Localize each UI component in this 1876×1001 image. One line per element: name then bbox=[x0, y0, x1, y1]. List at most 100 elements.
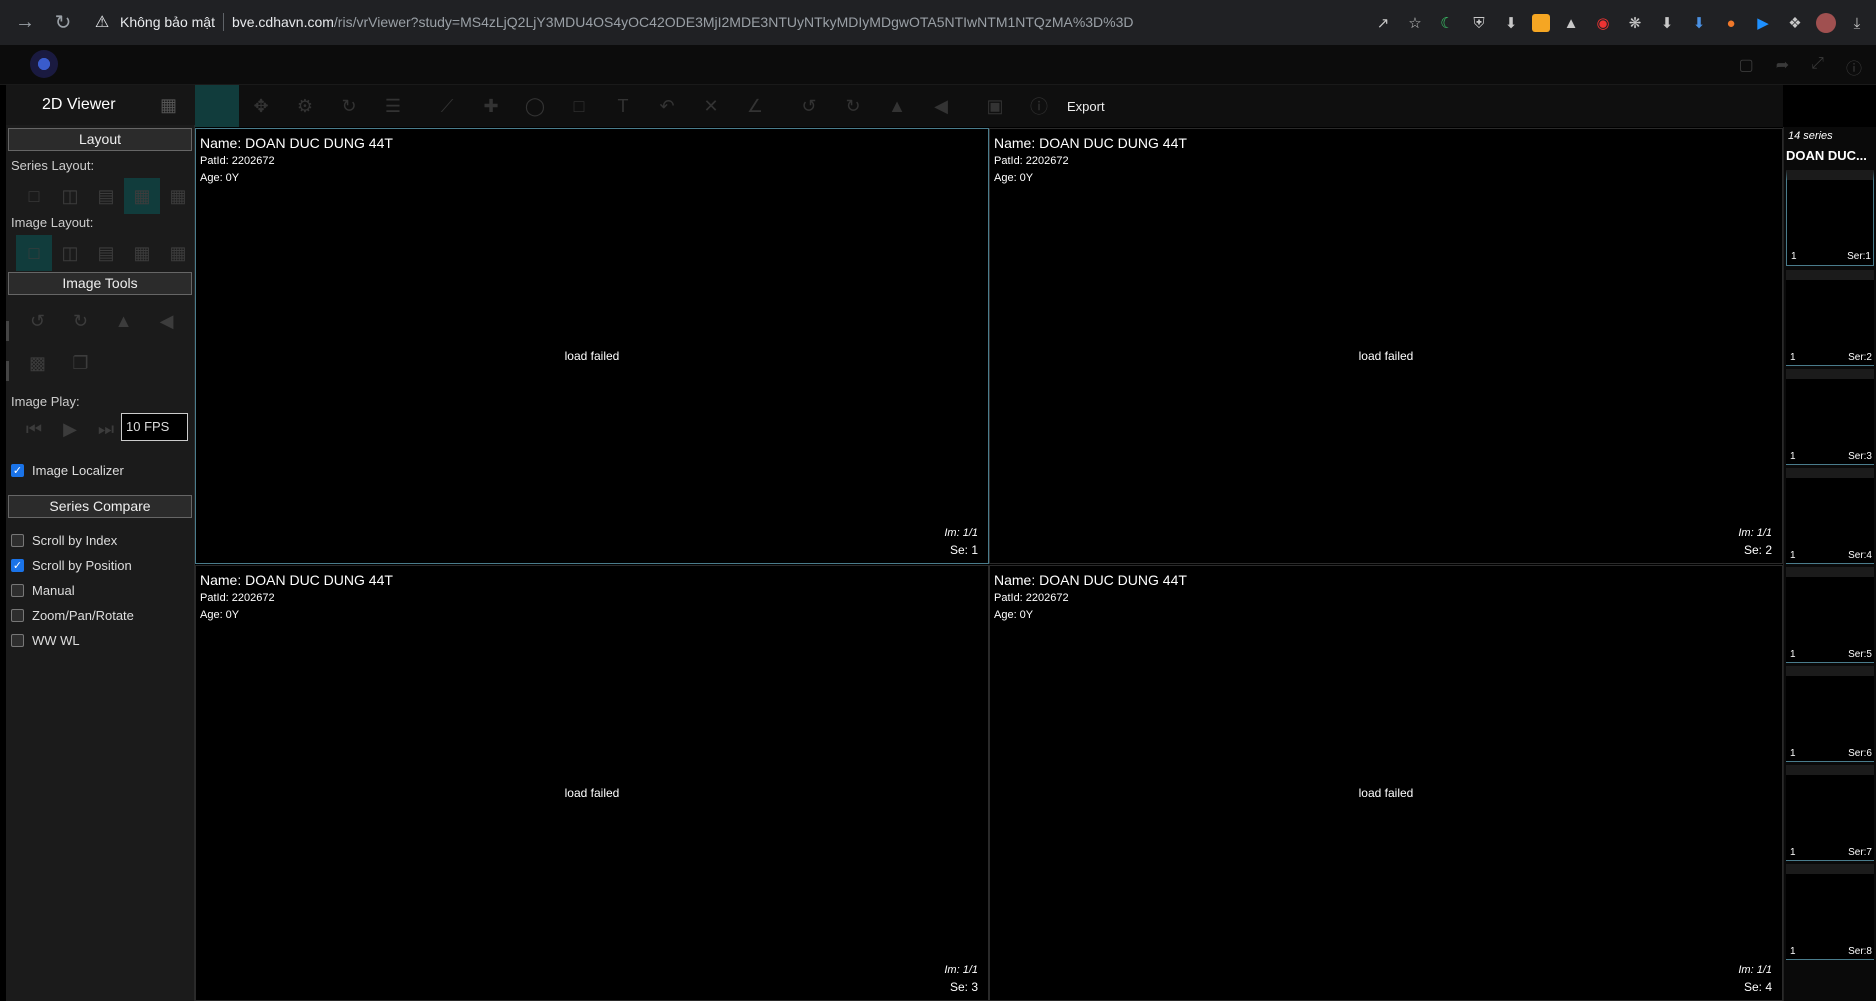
play-circle-icon[interactable]: ▶ bbox=[1752, 12, 1774, 34]
series-thumbnail[interactable]: 1 Ser:5 bbox=[1786, 567, 1874, 663]
skip-forward-icon[interactable]: ⏭ bbox=[88, 411, 124, 447]
moon-icon[interactable]: ☾ bbox=[1436, 12, 1458, 34]
series-thumbnail[interactable]: 1 Ser:2 bbox=[1786, 270, 1874, 366]
extension-orange-icon[interactable] bbox=[1532, 14, 1550, 32]
ellipse-roi-icon[interactable]: ◯ bbox=[513, 85, 557, 127]
series-thumbnail[interactable]: 1 Ser:1 bbox=[1786, 170, 1874, 266]
pan-icon[interactable]: ✥ bbox=[239, 85, 283, 127]
image-layout-2x1-icon[interactable]: ▤ bbox=[88, 235, 124, 271]
layout-2x1-icon[interactable]: ▤ bbox=[88, 178, 124, 214]
fox-icon[interactable]: ● bbox=[1720, 12, 1742, 34]
select-tool-icon[interactable] bbox=[195, 85, 239, 127]
series-thumbnail[interactable]: 1 Ser:4 bbox=[1786, 468, 1874, 564]
viewport-patient-age: Age: 0Y bbox=[994, 172, 1034, 184]
rotate-right-toolbar-icon[interactable]: ↻ bbox=[831, 85, 875, 127]
viewport-patient-name: Name: DOAN DUC DUNG 44T bbox=[994, 572, 1187, 588]
scroll-by-position-checkbox[interactable]: ✓ bbox=[11, 559, 24, 572]
manual-option[interactable]: Manual bbox=[11, 583, 75, 598]
image-tools-header[interactable]: Image Tools bbox=[8, 272, 192, 295]
angle-tool-icon[interactable]: ∠ bbox=[733, 85, 777, 127]
image-localizer-option[interactable]: ✓ Image Localizer bbox=[11, 463, 124, 478]
crosshair-icon[interactable]: ✚ bbox=[469, 85, 513, 127]
length-tool-icon[interactable]: ⟋ bbox=[425, 85, 469, 127]
gear-extension-icon[interactable]: ❋ bbox=[1624, 12, 1646, 34]
fit-screen-icon[interactable]: ▢ bbox=[1739, 55, 1754, 79]
profile-avatar-icon[interactable] bbox=[1816, 13, 1836, 33]
fullscreen-icon[interactable]: ⤢ bbox=[1811, 55, 1824, 79]
series-thumbnail[interactable]: 1 Ser:8 bbox=[1786, 864, 1874, 960]
image-layout-1x1-icon[interactable]: □ bbox=[16, 235, 52, 271]
play-icon[interactable]: ▶ bbox=[52, 411, 88, 447]
layout-1x2-icon[interactable]: ◫ bbox=[52, 178, 88, 214]
export-button[interactable]: Export bbox=[1067, 99, 1105, 114]
flip-horizontal-toolbar-icon[interactable]: ▲ bbox=[875, 85, 919, 127]
rectangle-roi-icon[interactable]: □ bbox=[557, 85, 601, 127]
layout-2x2-icon[interactable]: ▦ bbox=[124, 178, 160, 214]
layout-1x1-icon[interactable]: □ bbox=[16, 178, 52, 214]
url-host[interactable]: bve.cdhavn.com bbox=[232, 14, 334, 30]
window-level-icon[interactable]: ⚙ bbox=[283, 85, 327, 127]
scroll-by-position-option[interactable]: ✓ Scroll by Position bbox=[11, 558, 132, 573]
share-arrow-icon[interactable]: ➦ bbox=[1776, 55, 1789, 79]
series-thumbnail[interactable]: 1 Ser:6 bbox=[1786, 666, 1874, 762]
zoom-pan-rotate-option[interactable]: Zoom/Pan/Rotate bbox=[11, 608, 134, 623]
image-layout-2x2-icon[interactable]: ▦ bbox=[124, 235, 160, 271]
record-icon[interactable]: ◉ bbox=[1592, 12, 1614, 34]
viewport-3[interactable]: Name: DOAN DUC DUNG 44T PatId: 2202672 A… bbox=[195, 565, 989, 1001]
viewport-patient-id: PatId: 2202672 bbox=[994, 155, 1069, 167]
image-stack-icon[interactable]: ❐ bbox=[59, 345, 102, 381]
text-annotation-icon[interactable]: T bbox=[601, 85, 645, 127]
image-layout-1x2-icon[interactable]: ◫ bbox=[52, 235, 88, 271]
security-label[interactable]: Không bảo mật bbox=[120, 14, 215, 30]
shield-icon[interactable]: ⛨ bbox=[1468, 12, 1490, 34]
puzzle-icon[interactable]: ❖ bbox=[1784, 12, 1806, 34]
info-toolbar-icon[interactable]: ⓘ bbox=[1017, 85, 1061, 127]
scroll-by-index-option[interactable]: Scroll by Index bbox=[11, 533, 117, 548]
stack-scroll-icon[interactable]: ☰ bbox=[371, 85, 415, 127]
flip-vertical-toolbar-icon[interactable]: ◀ bbox=[919, 85, 963, 127]
series-compare-header[interactable]: Series Compare bbox=[8, 495, 192, 518]
ww-wl-checkbox[interactable] bbox=[11, 634, 24, 647]
reload-icon[interactable]: ↻ bbox=[50, 10, 76, 36]
series-thumbnail[interactable]: 1 Ser:7 bbox=[1786, 765, 1874, 861]
zoom-pan-rotate-checkbox[interactable] bbox=[11, 609, 24, 622]
save-icon[interactable]: ▣ bbox=[973, 85, 1017, 127]
share-icon[interactable]: ↗ bbox=[1372, 12, 1394, 34]
ww-wl-option[interactable]: WW WL bbox=[11, 633, 80, 648]
grid-menu-icon[interactable]: ▦ bbox=[160, 95, 177, 116]
warning-icon[interactable]: ⚠ bbox=[92, 12, 112, 32]
rotate-left-toolbar-icon[interactable]: ↺ bbox=[787, 85, 831, 127]
triangle-icon[interactable]: ▲ bbox=[1560, 12, 1582, 34]
rotate-icon[interactable]: ↻ bbox=[327, 85, 371, 127]
viewport-1[interactable]: Name: DOAN DUC DUNG 44T PatId: 2202672 A… bbox=[195, 128, 989, 564]
flip-vertical-icon[interactable]: ◀ bbox=[145, 303, 188, 339]
omnibox-separator bbox=[222, 13, 224, 31]
star-icon[interactable]: ☆ bbox=[1404, 12, 1426, 34]
url-path[interactable]: /ris/vrViewer?study=MS4zLjQ2LjY3MDU4OS4y… bbox=[334, 14, 1134, 30]
viewport-4[interactable]: Name: DOAN DUC DUNG 44T PatId: 2202672 A… bbox=[989, 565, 1783, 1001]
viewport-2[interactable]: Name: DOAN DUC DUNG 44T PatId: 2202672 A… bbox=[989, 128, 1783, 564]
manual-checkbox[interactable] bbox=[11, 584, 24, 597]
rotate-right-icon[interactable]: ↻ bbox=[59, 303, 102, 339]
layout-header[interactable]: Layout bbox=[8, 128, 192, 151]
viewport-image-index: Im: 1/1 bbox=[944, 527, 978, 539]
fps-input[interactable]: 10 FPS bbox=[121, 413, 188, 441]
layout-3x3-icon[interactable]: ▦ bbox=[160, 178, 196, 214]
downloads-icon[interactable]: ⤓ bbox=[1846, 12, 1868, 34]
forward-icon[interactable]: → bbox=[12, 10, 38, 36]
rotate-left-icon[interactable]: ↺ bbox=[16, 303, 59, 339]
download-box-icon[interactable]: ⬇ bbox=[1500, 12, 1522, 34]
series-thumbnail[interactable]: 1 Ser:3 bbox=[1786, 369, 1874, 465]
info-icon[interactable]: ⓘ bbox=[1846, 55, 1862, 79]
invert-icon[interactable]: ▩ bbox=[16, 345, 59, 381]
image-layout-3x3-icon[interactable]: ▦ bbox=[160, 235, 196, 271]
address-bar[interactable]: ⚠ Không bảo mật bve.cdhavn.com /ris/vrVi… bbox=[84, 7, 1284, 37]
undo-icon[interactable]: ↶ bbox=[645, 85, 689, 127]
clear-icon[interactable]: ✕ bbox=[689, 85, 733, 127]
download-blue-icon[interactable]: ⬇ bbox=[1688, 12, 1710, 34]
scroll-by-index-checkbox[interactable] bbox=[11, 534, 24, 547]
skip-back-icon[interactable]: ⏮ bbox=[16, 411, 52, 447]
image-localizer-checkbox[interactable]: ✓ bbox=[11, 464, 24, 477]
download-gray-icon[interactable]: ⬇ bbox=[1656, 12, 1678, 34]
flip-horizontal-icon[interactable]: ▲ bbox=[102, 303, 145, 339]
